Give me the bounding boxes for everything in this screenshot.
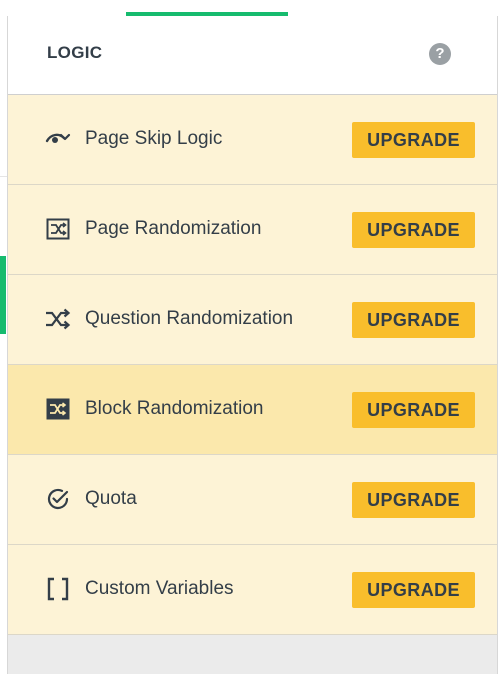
page-shuffle-icon [45,217,71,241]
logic-row-page-randomization[interactable]: Page Randomization UPGRADE [8,185,497,275]
panel-header: LOGIC ? [8,16,497,95]
logic-options-list: Page Skip Logic UPGRADE Page Randomizati… [8,95,497,635]
row-label: Custom Variables [85,578,234,599]
upgrade-button[interactable]: UPGRADE [352,482,475,518]
logic-row-page-skip-logic[interactable]: Page Skip Logic UPGRADE [8,95,497,185]
upgrade-button[interactable]: UPGRADE [352,572,475,608]
shuffle-icon [45,307,71,331]
background-selection-indicator [0,256,6,334]
upgrade-button[interactable]: UPGRADE [352,302,475,338]
upgrade-button[interactable]: UPGRADE [352,392,475,428]
upgrade-button[interactable]: UPGRADE [352,212,475,248]
background-divider [0,176,7,177]
logic-panel: LOGIC ? Page Skip Logic UPGRADE Page Ran… [7,16,498,674]
block-shuffle-icon [45,397,71,421]
logic-row-block-randomization[interactable]: Block Randomization UPGRADE [8,365,497,455]
brackets-icon [45,577,71,601]
upgrade-button[interactable]: UPGRADE [352,122,475,158]
row-label: Page Skip Logic [85,128,223,149]
logic-row-custom-variables[interactable]: Custom Variables UPGRADE [8,545,497,635]
row-label: Quota [85,488,137,509]
panel-title: LOGIC [47,43,103,62]
help-icon[interactable]: ? [429,43,451,65]
row-label: Page Randomization [85,218,262,239]
check-circle-icon [45,487,71,511]
row-label: Question Randomization [85,308,294,329]
logic-row-question-randomization[interactable]: Question Randomization UPGRADE [8,275,497,365]
logic-row-quota[interactable]: Quota UPGRADE [8,455,497,545]
eye-skip-icon [45,127,71,151]
row-label: Block Randomization [85,398,264,419]
